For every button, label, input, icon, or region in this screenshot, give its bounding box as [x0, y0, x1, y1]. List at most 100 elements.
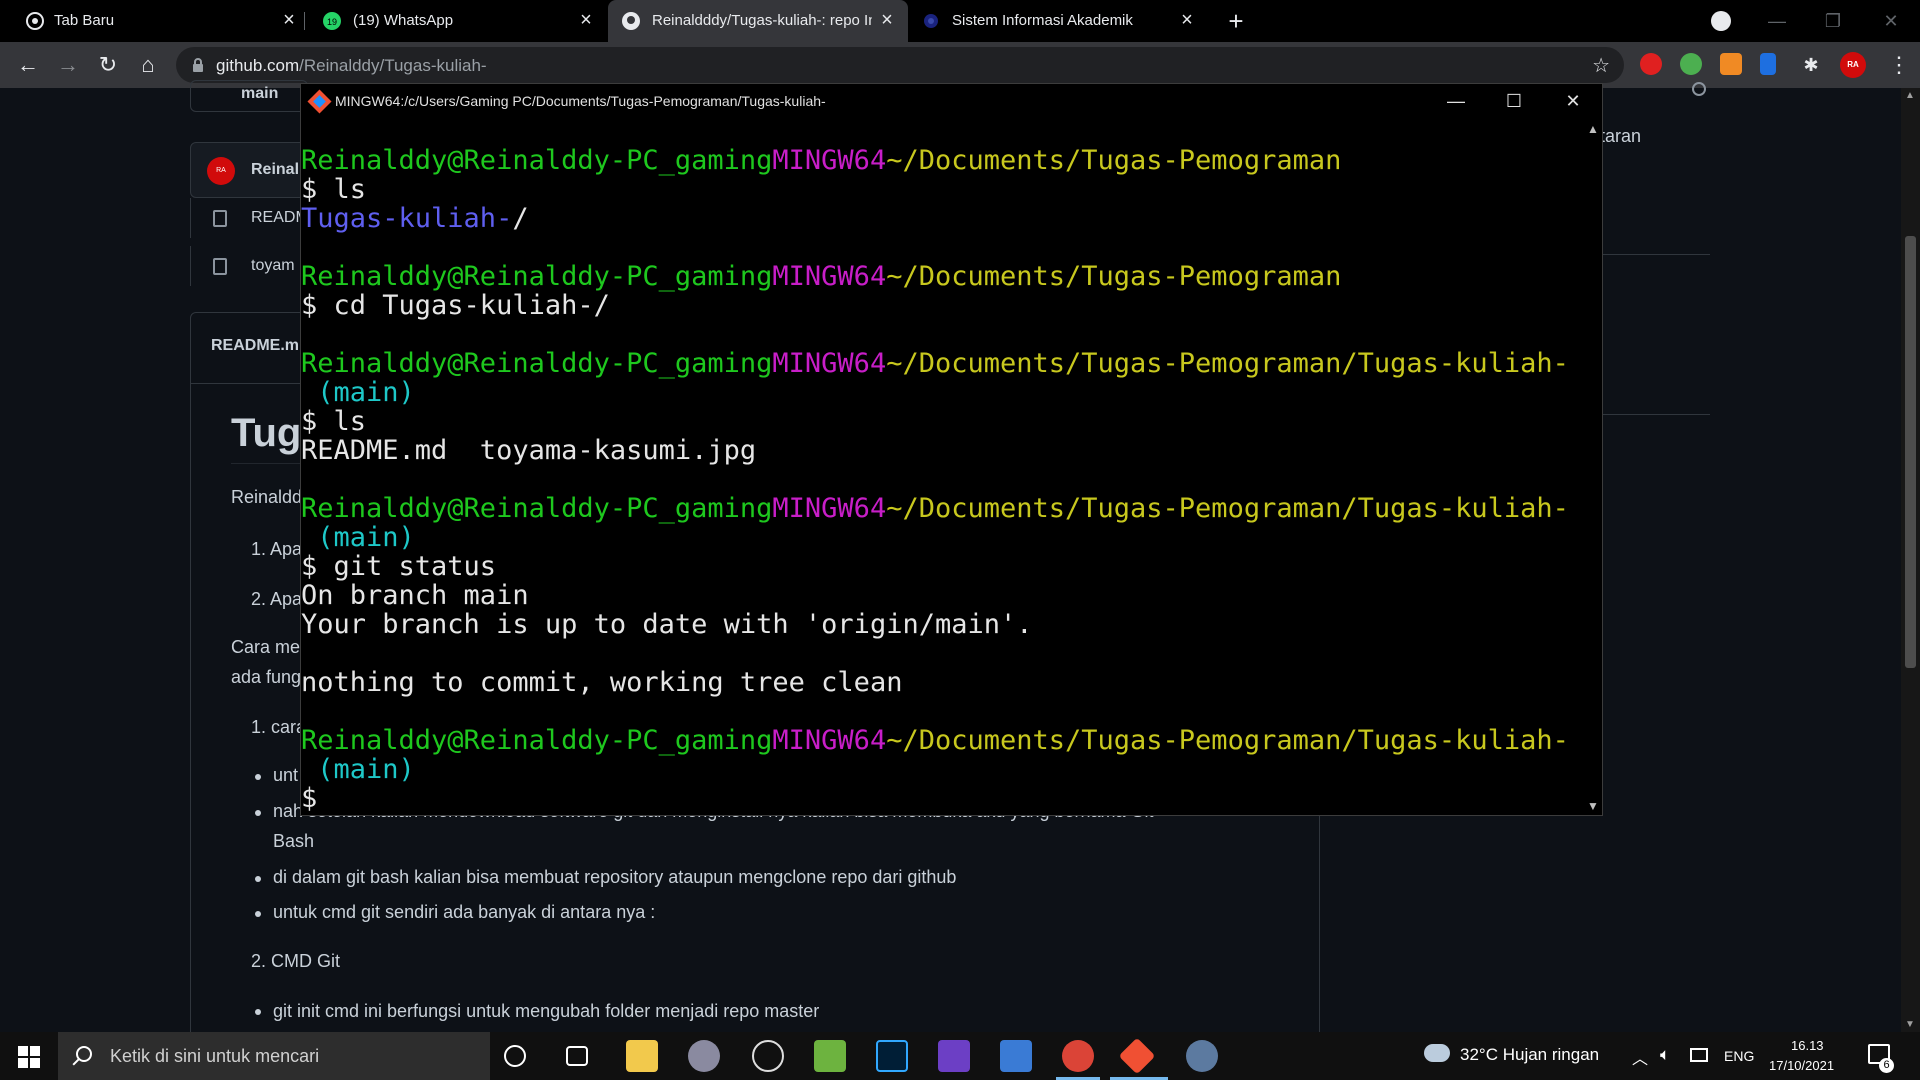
paint-app-icon[interactable] [688, 1040, 720, 1072]
cortana-icon[interactable] [504, 1045, 526, 1067]
prompt-user: Reinalddy@Reinalddy-PC_gaming [301, 493, 773, 524]
git-bash-window[interactable]: MINGW64:/c/Users/Gaming PC/Documents/Tug… [300, 83, 1603, 816]
file-icon [213, 258, 227, 275]
back-icon[interactable]: ← [14, 51, 42, 79]
photoshop-icon[interactable] [876, 1040, 908, 1072]
readme-list-item: 2. CMD Git [251, 951, 341, 971]
prompt-env: MINGW64 [772, 493, 887, 524]
weather-cloud-icon[interactable] [1424, 1044, 1450, 1062]
terminal-titlebar[interactable]: MINGW64:/c/Users/Gaming PC/Documents/Tug… [301, 84, 1602, 118]
adblock-extension-icon[interactable] [1640, 53, 1662, 75]
scroll-up-icon[interactable]: ▲ [1905, 90, 1915, 101]
notification-count: 6 [1879, 1058, 1894, 1073]
siakad-icon [924, 14, 938, 28]
output-line: nothing to commit, working tree clean [301, 667, 903, 698]
terminal-scrollbar[interactable]: ▲ ▼ [1583, 118, 1602, 815]
terminal-minimize-icon[interactable]: — [1434, 86, 1478, 116]
scroll-up-icon[interactable]: ▲ [1587, 122, 1599, 136]
readme-list-item: 1. Apa [251, 539, 303, 559]
readme-list-item: 1. cara [251, 717, 307, 737]
scrollbar-thumb[interactable] [1905, 236, 1916, 668]
windows-taskbar: Ketik di sini untuk mencari 32°C Hujan r… [0, 1032, 1920, 1080]
media-player-icon[interactable] [938, 1040, 970, 1072]
metamask-extension-icon[interactable] [1720, 53, 1742, 75]
network-icon[interactable] [1690, 1048, 1708, 1062]
readme-paragraph: Reinaldd [231, 487, 303, 507]
readme-list-item: 2. Apa [251, 589, 303, 609]
commit-author[interactable]: Reinal [251, 161, 299, 179]
menu-kebab-icon[interactable]: ⋮ [1888, 52, 1910, 78]
input-prompt[interactable]: $ [301, 784, 1583, 813]
settings-gear-icon[interactable] [1692, 82, 1706, 96]
branch-name: main [241, 85, 279, 102]
volume-icon[interactable]: 🔈︎ [1660, 1045, 1670, 1065]
browser-tab-strip: Tab Baru × 19 (19) WhatsApp × Reinaldddy… [0, 0, 1920, 42]
obs-icon[interactable] [752, 1040, 784, 1072]
tab-new-tab[interactable]: Tab Baru × [0, 0, 304, 42]
branch-selector[interactable]: main [190, 80, 308, 112]
close-tab-icon[interactable]: × [1176, 9, 1198, 31]
show-hidden-icons-chevron-icon[interactable]: ︿ [1632, 1045, 1648, 1069]
prompt-env: MINGW64 [772, 145, 887, 176]
prompt-line: Reinalddy@Reinalddy-PC_gaming MINGW64 ~/… [301, 726, 1583, 755]
input-language[interactable]: ENG [1724, 1048, 1754, 1064]
close-tab-icon[interactable]: × [876, 9, 898, 31]
url-host: github.com [216, 56, 300, 75]
prompt-path: ~/Documents/Tugas-Pemograman/Tugas-kulia… [886, 725, 1569, 756]
prompt-env: MINGW64 [772, 725, 887, 756]
readme-paragraph: ada fung [231, 667, 302, 687]
profile-avatar[interactable]: RA [1840, 52, 1866, 78]
file-name[interactable]: toyam [251, 257, 295, 275]
output-line: README.md toyama-kasumi.jpg [301, 435, 757, 466]
prompt-line: Reinalddy@Reinalddy-PC_gaming MINGW64 ~/… [301, 146, 1583, 175]
command-line: $ git status [301, 551, 497, 582]
weather-text[interactable]: 32°C Hujan ringan [1460, 1045, 1599, 1065]
output-line: Tugas-kuliah- / [301, 204, 1583, 233]
paint-brush-app-icon[interactable] [1186, 1040, 1218, 1072]
readme-bullet-text: di dalam git bash kalian bisa membuat re… [273, 867, 957, 887]
home-icon[interactable]: ⌂ [134, 51, 162, 79]
page-scrollbar[interactable]: ▲ ▼ [1901, 88, 1920, 1032]
bitwarden-extension-icon[interactable] [1760, 53, 1776, 75]
task-view-icon[interactable] [566, 1046, 588, 1066]
prompt-env: MINGW64 [772, 348, 887, 379]
tab-search-icon[interactable] [1711, 11, 1731, 31]
tab-github-repo[interactable]: Reinaldddy/Tugas-kuliah-: repo Ini × [608, 0, 908, 42]
address-bar[interactable]: github.com/Reinalddy/Tugas-kuliah- ☆ [176, 47, 1624, 83]
restore-icon[interactable]: ❐ [1818, 6, 1848, 36]
prompt-env: MINGW64 [772, 261, 887, 292]
reload-icon[interactable]: ↻ [94, 51, 122, 79]
github-icon [622, 12, 640, 30]
bookmark-star-icon[interactable]: ☆ [1592, 53, 1610, 78]
extensions-puzzle-icon[interactable]: ✱ [1797, 51, 1825, 79]
readme-bullet-text: unt [273, 765, 299, 785]
file-explorer-icon[interactable] [626, 1040, 658, 1072]
clock-date[interactable]: 17/10/2021 [1769, 1058, 1834, 1073]
prompt-line: Reinalddy@Reinalddy-PC_gaming MINGW64 ~/… [301, 349, 1583, 378]
scroll-down-icon[interactable]: ▼ [1905, 1019, 1915, 1030]
git-bash-taskbar-icon[interactable] [1118, 1037, 1156, 1075]
translate-extension-icon[interactable] [1680, 53, 1702, 75]
terminal-title: MINGW64:/c/Users/Gaming PC/Documents/Tug… [335, 93, 826, 109]
terminal-output[interactable]: Reinalddy@Reinalddy-PC_gaming MINGW64 ~/… [301, 118, 1583, 815]
clock-time[interactable]: 16.13 [1791, 1038, 1824, 1053]
forward-icon[interactable]: → [54, 51, 82, 79]
minimize-icon[interactable]: — [1762, 6, 1792, 36]
tab-siakad[interactable]: Sistem Informasi Akademik × [908, 0, 1208, 42]
chrome-icon [26, 12, 44, 30]
scroll-down-icon[interactable]: ▼ [1587, 799, 1599, 813]
output-directory-slash: / [512, 203, 529, 234]
remote-desktop-icon[interactable] [1000, 1040, 1032, 1072]
terminal-close-icon[interactable]: ✕ [1551, 86, 1595, 116]
chrome-taskbar-icon[interactable] [1062, 1040, 1094, 1072]
notepad-app-icon[interactable] [814, 1040, 846, 1072]
close-tab-icon[interactable]: × [575, 9, 597, 31]
terminal-maximize-icon[interactable]: ☐ [1492, 86, 1536, 116]
new-tab-button[interactable]: + [1222, 7, 1250, 35]
close-window-icon[interactable]: ✕ [1876, 6, 1906, 36]
taskbar-search-box[interactable]: Ketik di sini untuk mencari [58, 1032, 490, 1080]
prompt-branch: (main) [301, 377, 415, 408]
tab-whatsapp[interactable]: 19 (19) WhatsApp × [305, 0, 607, 42]
windows-start-icon[interactable] [18, 1046, 40, 1068]
close-tab-icon[interactable]: × [278, 9, 300, 31]
